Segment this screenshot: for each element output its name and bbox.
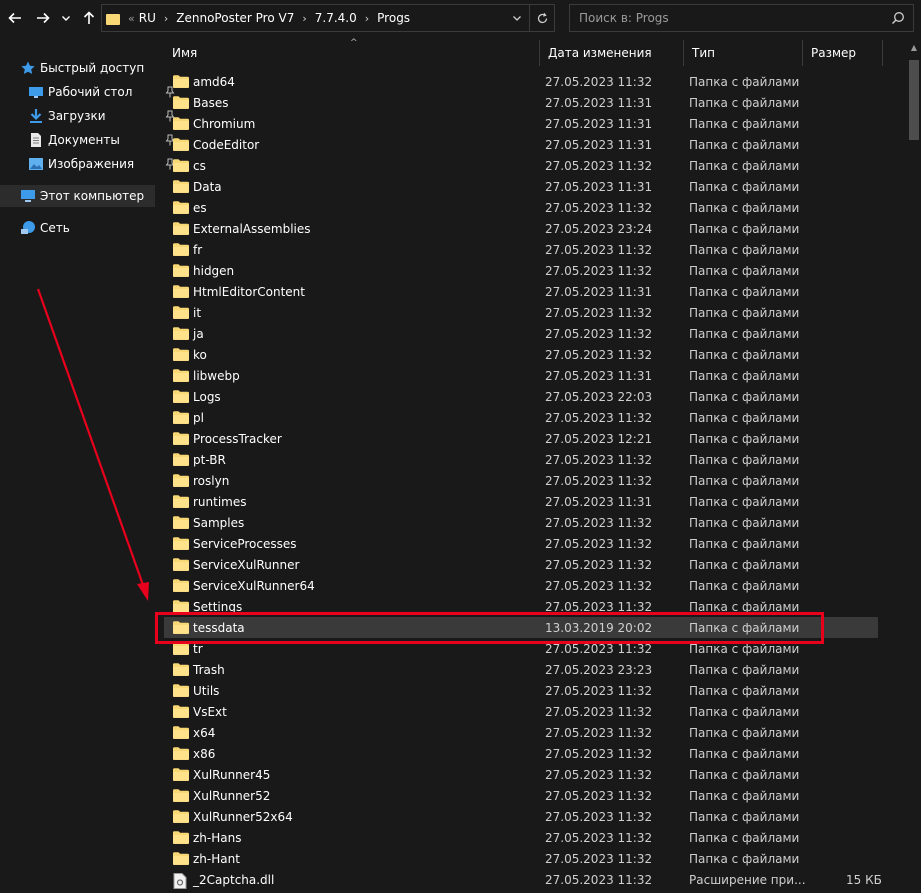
arrowhead-icon <box>137 582 149 601</box>
annotation-arrow <box>36 288 149 601</box>
